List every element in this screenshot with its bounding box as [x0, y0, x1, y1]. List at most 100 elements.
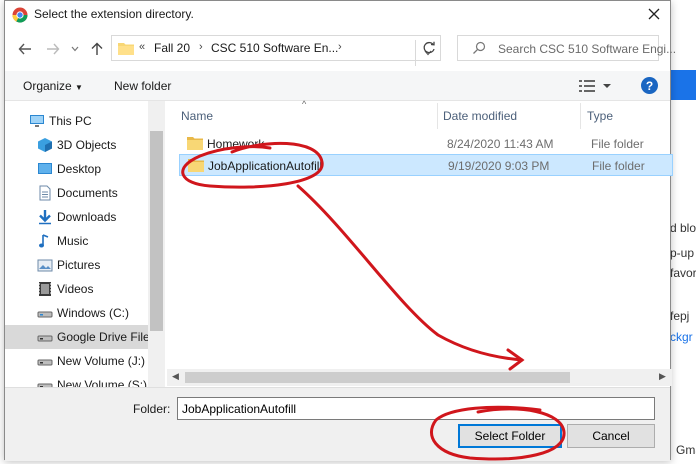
drive-icon — [37, 383, 53, 387]
sidebar-item-3d-objects[interactable]: 3D Objects — [5, 133, 148, 157]
drive-icon — [37, 311, 53, 318]
title-bar: Select the extension directory. — [5, 1, 670, 29]
sidebar-item-label: Desktop — [57, 162, 102, 176]
sidebar-item-label: Music — [57, 234, 89, 248]
sidebar-item-new-volume-j[interactable]: New Volume (J:) — [5, 349, 148, 373]
sidebar-item-label: Windows (C:) — [57, 306, 130, 320]
file-name: JobApplicationAutofill — [208, 159, 323, 173]
file-row-selected[interactable]: JobApplicationAutofill 9/19/2020 9:03 PM… — [179, 154, 673, 176]
breadcrumb-separator[interactable]: › — [199, 41, 203, 53]
arrow-left-icon — [18, 43, 31, 55]
background-text: Gma — [676, 443, 696, 457]
file-name: Homework — [207, 137, 265, 151]
pc-icon — [30, 115, 44, 127]
folder-label: Folder: — [133, 402, 171, 416]
select-folder-button[interactable]: Select Folder — [458, 424, 562, 448]
column-divider[interactable] — [580, 103, 581, 129]
window-title: Select the extension directory. — [34, 7, 194, 21]
pictures-icon — [37, 259, 53, 272]
folder-icon — [188, 159, 204, 172]
sidebar-scroll-thumb[interactable] — [150, 131, 163, 331]
column-header-type[interactable]: Type — [587, 109, 613, 135]
folder-picker-dialog: Select the extension directory. « Fall 2… — [4, 0, 676, 461]
file-type: File folder — [592, 159, 645, 173]
sidebar-item-label: 3D Objects — [57, 138, 117, 152]
arrow-up-icon — [91, 42, 103, 55]
navigation-bar: « Fall 20 › CSC 510 Software En... › Sea… — [5, 31, 676, 67]
forward-button[interactable] — [43, 39, 63, 59]
refresh-icon — [423, 41, 435, 54]
sidebar-item-label: New Volume (J:) — [57, 354, 146, 368]
address-bar[interactable]: « Fall 20 › CSC 510 Software En... › — [111, 35, 441, 66]
search-placeholder: Search CSC 510 Software Engi... — [498, 42, 677, 56]
column-divider[interactable] — [437, 103, 438, 129]
horizontal-scrollbar[interactable]: ◀ ▶ — [167, 369, 672, 386]
drive-icon — [37, 335, 53, 342]
breadcrumb-item[interactable]: CSC 510 Software En... — [211, 41, 338, 55]
close-button[interactable] — [638, 1, 670, 27]
sidebar-item-music[interactable]: Music — [5, 229, 148, 253]
sidebar-item-desktop[interactable]: Desktop — [5, 157, 148, 181]
column-header-date[interactable]: Date modified — [443, 109, 517, 135]
background-text: p-up — [670, 246, 695, 260]
chevron-down-icon: ▼ — [75, 83, 83, 92]
folder-icon — [118, 43, 134, 55]
sidebar-item-label: Pictures — [57, 258, 101, 272]
sidebar-item-label: Downloads — [57, 210, 117, 224]
sidebar-item-pictures[interactable]: Pictures — [5, 253, 148, 277]
download-icon — [39, 210, 51, 225]
chevron-down-icon — [71, 46, 79, 52]
refresh-button[interactable] — [419, 38, 439, 58]
sidebar-item-documents[interactable]: Documents — [5, 181, 148, 205]
back-button[interactable] — [15, 39, 35, 59]
view-options-icon[interactable] — [579, 79, 615, 93]
recent-locations-button[interactable] — [65, 39, 85, 59]
arrow-right-icon — [47, 43, 60, 55]
background-text: favor — [670, 266, 696, 280]
column-header-name[interactable]: Name — [181, 109, 213, 135]
sidebar-item-label: Videos — [57, 282, 94, 296]
folder-name-input[interactable] — [177, 397, 655, 420]
up-button[interactable] — [87, 39, 107, 59]
sidebar-item-label: Documents — [57, 186, 118, 200]
file-date: 9/19/2020 9:03 PM — [448, 159, 550, 173]
organize-menu[interactable]: Organize ▼ — [23, 79, 83, 93]
sidebar-item-label: Google Drive File — [57, 330, 150, 344]
sort-ascending-icon: ^ — [302, 99, 307, 109]
breadcrumb-item[interactable]: Fall 20 — [154, 41, 190, 55]
command-toolbar: Organize ▼ New folder ? — [5, 71, 670, 101]
file-row[interactable]: Homework 8/24/2020 11:43 AM File folder — [179, 133, 673, 155]
file-type: File folder — [591, 137, 644, 151]
sidebar-item-this-pc[interactable]: This PC — [5, 109, 148, 133]
sidebar-item-videos[interactable]: Videos — [5, 277, 148, 301]
scroll-left-icon[interactable]: ◀ — [172, 371, 179, 382]
new-folder-button[interactable]: New folder — [114, 79, 171, 93]
document-icon — [39, 185, 51, 201]
organize-label: Organize — [23, 79, 72, 93]
background-text: d blo — [670, 221, 696, 235]
file-date: 8/24/2020 11:43 AM — [447, 137, 554, 151]
file-list: ^ Name Date modified Type Homework 8/24/… — [167, 99, 673, 387]
search-icon — [473, 41, 486, 54]
dialog-footer: Folder: Select Folder Cancel — [5, 387, 670, 461]
horizontal-scroll-thumb[interactable] — [185, 372, 570, 383]
sidebar-item-new-volume-s[interactable]: New Volume (S:) — [5, 373, 148, 387]
chrome-icon — [12, 7, 28, 23]
drive-icon — [37, 359, 53, 366]
search-box[interactable]: Search CSC 510 Software Engi... — [457, 35, 676, 61]
background-text: fepj — [670, 309, 690, 323]
breadcrumb-separator[interactable]: › — [338, 41, 342, 53]
background-link[interactable]: ckgr — [670, 330, 693, 344]
sidebar-item-google-drive[interactable]: Google Drive File — [5, 325, 150, 349]
help-icon[interactable]: ? — [641, 77, 658, 94]
sidebar-item-downloads[interactable]: Downloads — [5, 205, 148, 229]
sidebar-item-windows-c[interactable]: Windows (C:) — [5, 301, 148, 325]
sidebar-item-label: New Volume (S:) — [57, 378, 148, 387]
close-icon — [648, 8, 660, 20]
cube-icon — [38, 138, 52, 152]
scroll-right-icon[interactable]: ▶ — [659, 371, 666, 382]
folder-icon — [187, 137, 203, 150]
overflow-chevron[interactable]: « — [139, 41, 145, 53]
cancel-button[interactable]: Cancel — [567, 424, 655, 448]
music-icon — [39, 234, 49, 248]
